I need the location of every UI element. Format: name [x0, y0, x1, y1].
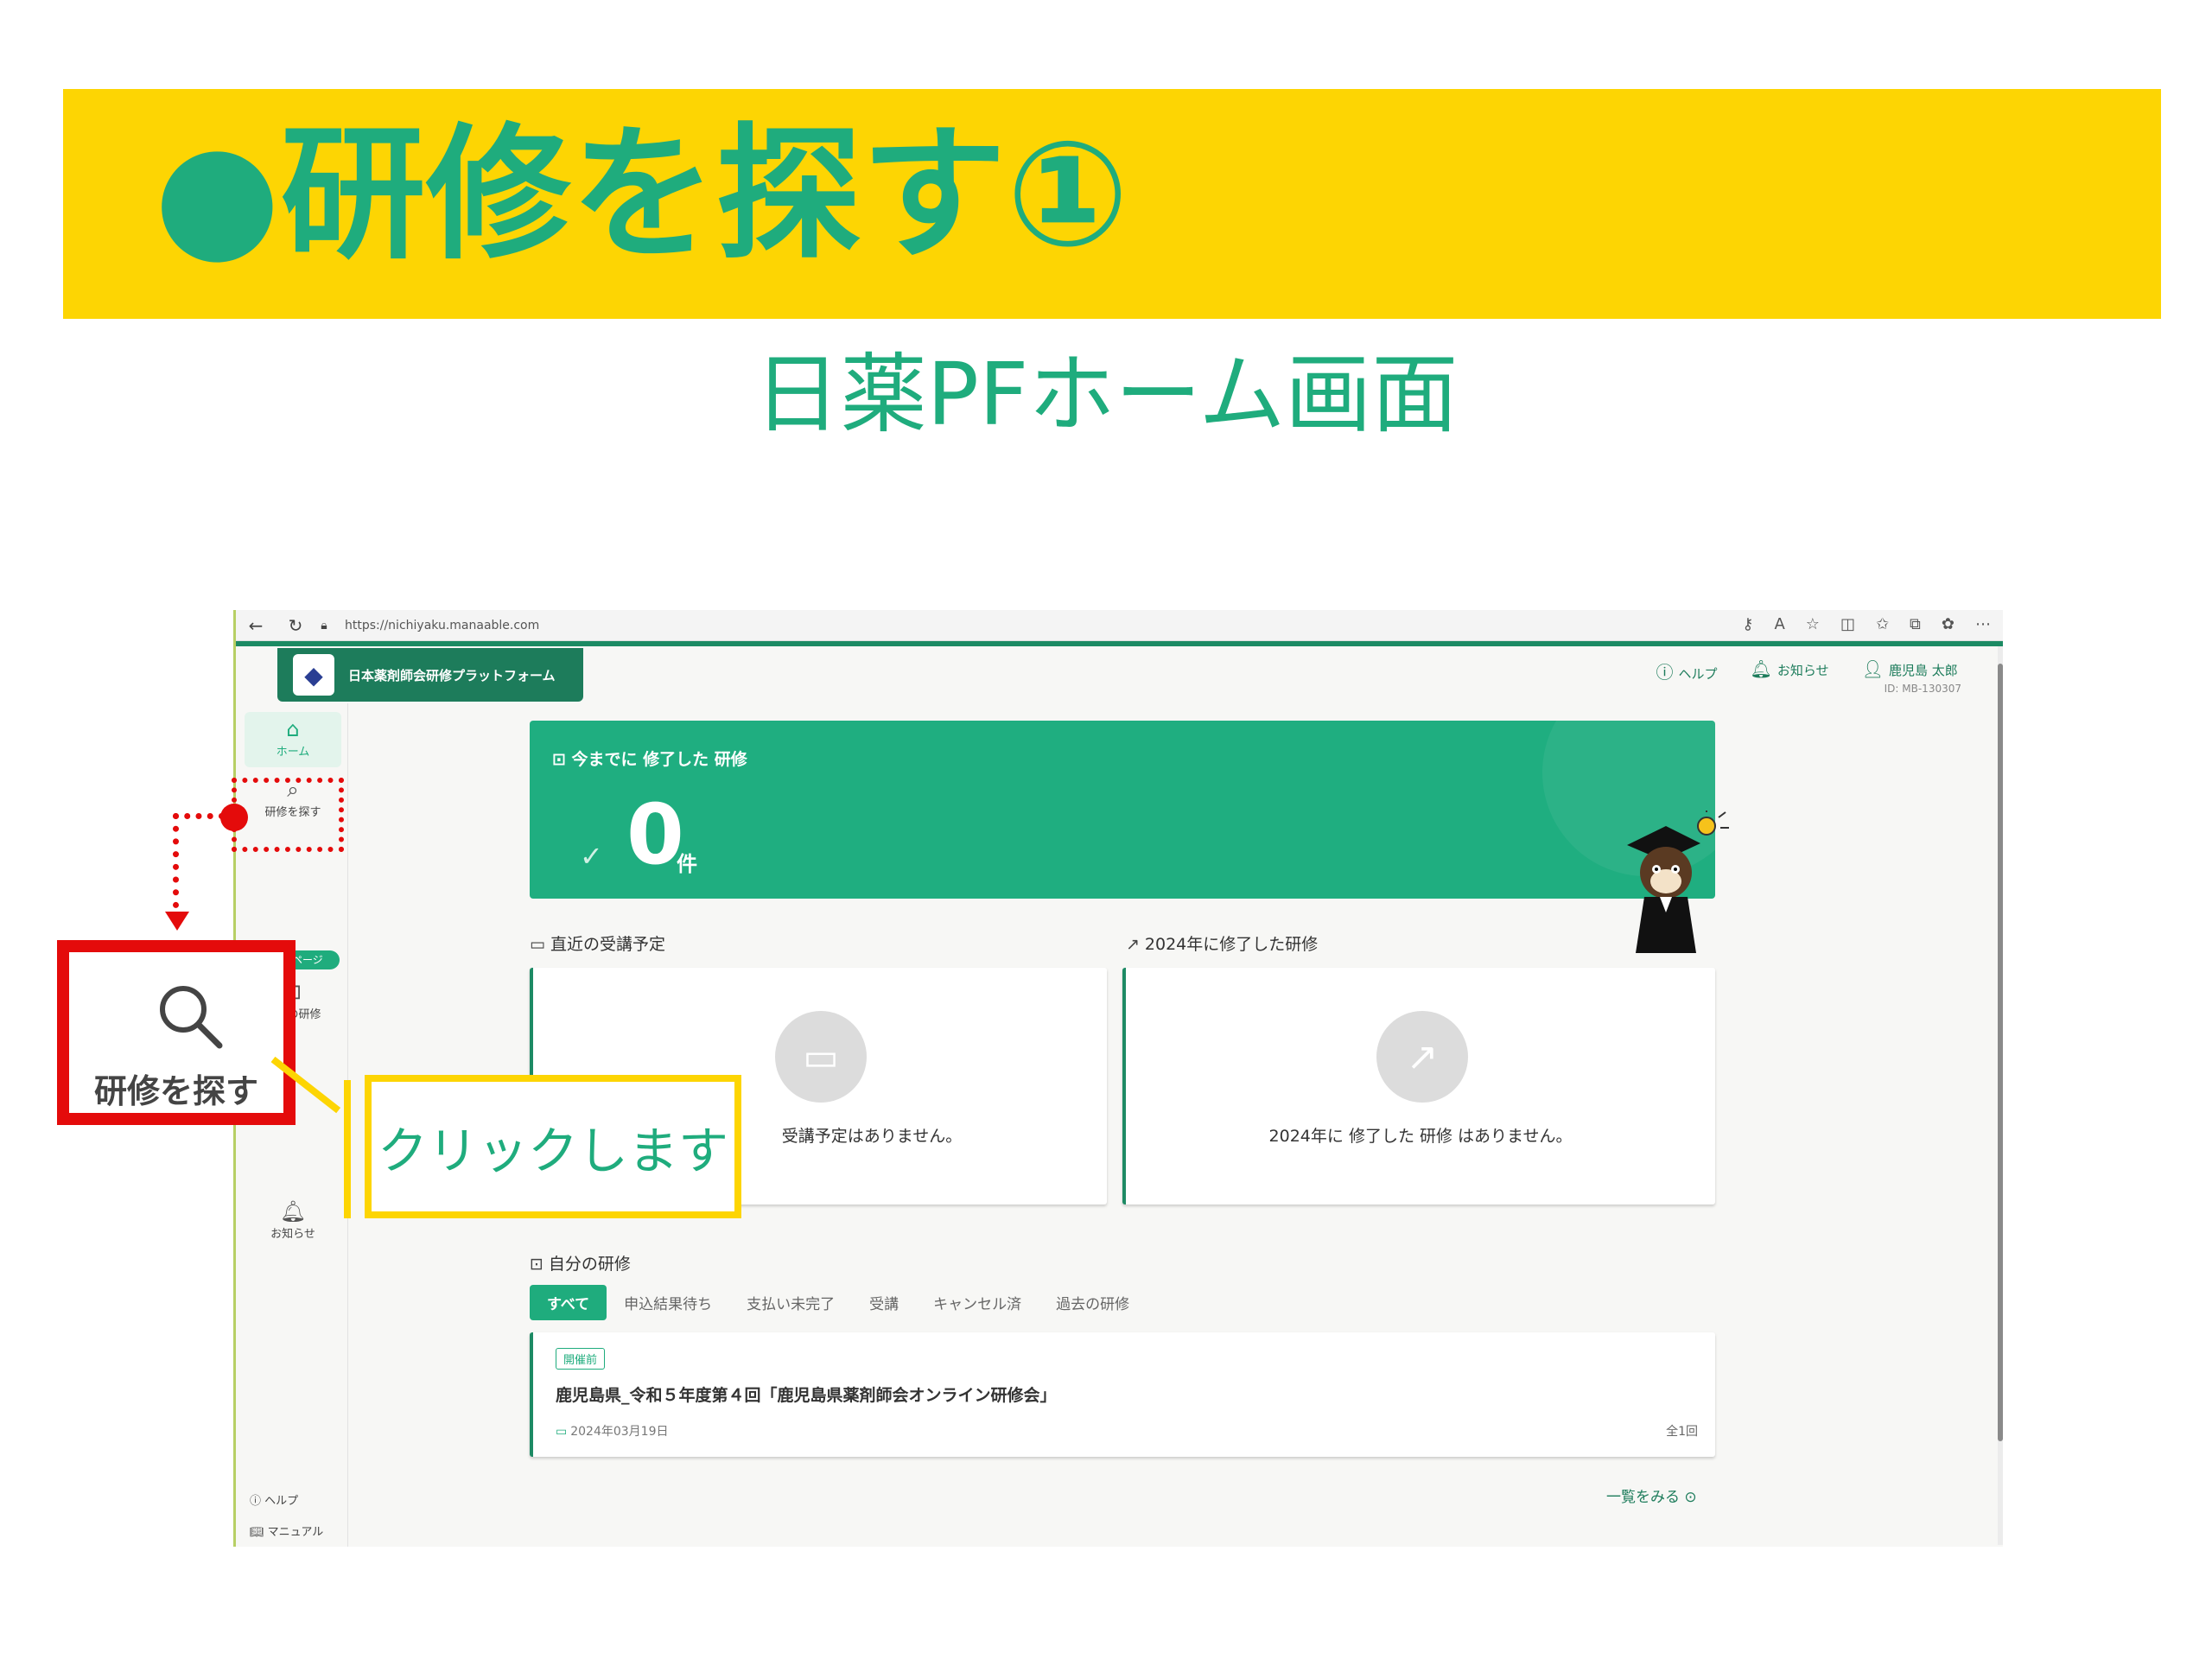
star-icon[interactable]: ☆	[1806, 615, 1820, 633]
more-icon[interactable]: ⋯	[1975, 615, 1991, 633]
sidebar-help-label: ヘルプ	[264, 1495, 299, 1508]
split-screen-icon[interactable]: ◫	[1840, 615, 1855, 633]
upcoming-label-text: 直近の受講予定	[550, 935, 665, 954]
app-logo[interactable]: ◆ 日本薬剤師会研修プラットフォーム	[277, 648, 583, 702]
read-aloud-icon[interactable]: A	[1774, 615, 1784, 633]
zoomed-search-callout: 研修を探す	[57, 940, 296, 1125]
tab-cancelled[interactable]: キャンセル済	[916, 1285, 1039, 1320]
user-name: 鹿児島 太郎	[1889, 663, 1958, 678]
sidebar-help-link[interactable]: ⓘ ヘルプ	[250, 1491, 298, 1508]
completed-label-text: 2024年に修了した研修	[1144, 935, 1319, 954]
completed-count: 0	[626, 786, 684, 883]
notifications-link[interactable]: 🔔︎ お知らせ	[1751, 658, 1829, 679]
completed-unit: 件	[677, 852, 697, 876]
calendar-icon: ▭	[775, 1011, 867, 1103]
arrow-circle-icon: ⊙	[1684, 1489, 1697, 1506]
calendar-icon: ▭	[556, 1425, 568, 1439]
my-trainings-section-label: ⊡ 自分の研修	[530, 1251, 631, 1274]
callout-connector-vertical	[344, 1080, 351, 1218]
bell-icon: 🔔︎	[1750, 658, 1772, 679]
hero-title: ⊡ 今までに 修了した 研修	[552, 747, 747, 770]
see-all-label: 一覧をみる	[1606, 1489, 1680, 1506]
user-icon: 👤︎	[1861, 658, 1885, 679]
tab-past[interactable]: 過去の研修	[1039, 1285, 1147, 1320]
training-tabs: すべて 申込結果待ち 支払い未完了 受講 キャンセル済 過去の研修	[530, 1285, 1147, 1320]
annotation-dot	[220, 804, 248, 831]
bookmark-icon: ⊡	[552, 750, 572, 769]
trend-icon: ↗	[1126, 935, 1140, 954]
sidebar-home-label: ホーム	[276, 745, 310, 759]
home-icon: ⌂	[286, 717, 300, 741]
sidebar-item-notifications[interactable]: 🔔︎ お知らせ	[245, 1199, 341, 1241]
status-badge: 開催前	[556, 1348, 606, 1370]
annotation-arrow-icon	[165, 912, 189, 931]
mascot-illustration	[1627, 810, 1729, 953]
hero-title-text: 今までに 修了した 研修	[571, 750, 747, 769]
course-card[interactable]: 開催前 鹿児島県_令和５年度第４回「鹿児島県薬剤師会オンライン研修会」 ▭ 202…	[530, 1332, 1715, 1457]
click-instruction-text: クリックします	[377, 1122, 728, 1180]
tab-pending[interactable]: 申込結果待ち	[607, 1285, 729, 1320]
app-logo-text: 日本薬剤師会研修プラットフォーム	[348, 667, 556, 683]
annotation-line	[173, 813, 225, 819]
slide-title: ●研修を探す①	[154, 110, 1129, 279]
user-id: ID: MB-130307	[1884, 683, 1961, 695]
help-icon: ⓘ	[1656, 662, 1674, 683]
my-trainings-label-text: 自分の研修	[548, 1255, 631, 1274]
slide-subtitle: 日薬PFホーム画面	[753, 344, 1459, 445]
tab-attending[interactable]: 受講	[852, 1285, 916, 1320]
course-date: ▭ 2024年03月19日	[556, 1422, 669, 1440]
check-icon: ✓	[580, 840, 603, 873]
bell-icon: 🔔︎	[279, 1199, 307, 1224]
lock-icon: 🔒︎	[321, 618, 327, 632]
address-bar[interactable]: https://nichiyaku.manaable.com	[345, 619, 539, 632]
notifications-label: お知らせ	[1777, 663, 1829, 678]
favorites-icon[interactable]: ✩	[1876, 615, 1889, 633]
help-link[interactable]: ⓘ ヘルプ	[1656, 658, 1718, 683]
highlight-search-box	[232, 778, 344, 852]
sidebar-notifications-label: お知らせ	[270, 1227, 315, 1241]
browser-tools: ⚷ A ☆ ◫ ✩ ⧉ ✿ ⋯	[1742, 615, 1991, 633]
completed-card: ↗ 2024年に 修了した 研修 はありません。	[1122, 968, 1715, 1205]
header-actions: ⓘ ヘルプ 🔔︎ お知らせ 👤︎ 鹿児島 太郎 ID: MB-130307	[1656, 658, 1961, 695]
back-arrow-icon[interactable]: ←	[236, 615, 276, 636]
browser-toolbar: ← ↻ 🔒︎ https://nichiyaku.manaable.com ⚷ …	[236, 610, 2003, 641]
click-instruction-callout: クリックします	[365, 1075, 741, 1218]
annotation-line-vertical	[173, 813, 179, 908]
course-date-text: 2024年03月19日	[570, 1425, 669, 1439]
bookmark-icon: ⊡	[530, 1255, 543, 1274]
upcoming-section-label: ▭ 直近の受講予定	[530, 931, 665, 955]
completed-empty-text: 2024年に 修了した 研修 はありません。	[1268, 1127, 1573, 1146]
course-session-count: 全1回	[1666, 1425, 1698, 1439]
scrollbar-thumb[interactable]	[1998, 664, 2003, 1441]
help-label: ヘルプ	[1678, 666, 1718, 682]
reload-icon[interactable]: ↻	[276, 615, 315, 636]
sidebar-manual-label: マニュアル	[267, 1526, 324, 1539]
tab-unpaid[interactable]: 支払い未完了	[729, 1285, 852, 1320]
extensions-icon[interactable]: ✿	[1942, 615, 1955, 633]
search-icon	[160, 986, 223, 1049]
user-menu[interactable]: 👤︎ 鹿児島 太郎 ID: MB-130307	[1862, 658, 1961, 695]
trend-chart-icon: ↗	[1376, 1011, 1468, 1103]
logo-emblem-icon: ◆	[293, 654, 334, 696]
see-all-link[interactable]: 一覧をみる ⊙	[1606, 1484, 1697, 1506]
completed-summary-card: ⊡ 今までに 修了した 研修 ✓ 0 件	[530, 721, 1715, 899]
collections-icon[interactable]: ⧉	[1910, 615, 1921, 633]
completed-section-label: ↗ 2024年に修了した研修	[1126, 931, 1318, 955]
title-banner: ●研修を探す①	[63, 89, 2161, 319]
calendar-icon: ▭	[530, 935, 545, 954]
sidebar-item-home[interactable]: ⌂ ホーム	[245, 712, 341, 767]
accent-line	[236, 641, 2003, 646]
sidebar-manual-link[interactable]: 📖︎ マニュアル	[250, 1522, 323, 1539]
key-icon[interactable]: ⚷	[1742, 615, 1753, 633]
tab-all[interactable]: すべて	[530, 1285, 607, 1320]
course-title: 鹿児島県_令和５年度第４回「鹿児島県薬剤師会オンライン研修会」	[556, 1386, 1057, 1405]
zoomed-search-label: 研修を探す	[93, 1072, 258, 1110]
